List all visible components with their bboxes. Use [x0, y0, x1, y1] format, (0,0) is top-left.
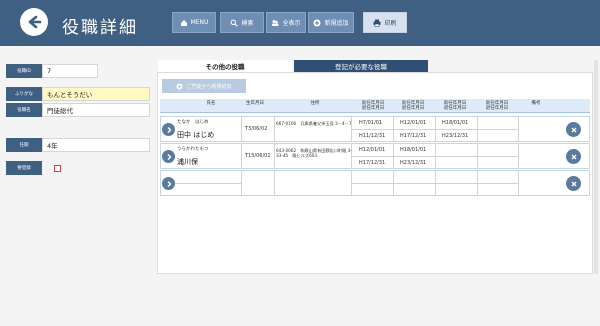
users-icon	[272, 19, 279, 26]
row-appt2-end: H17/12/31	[400, 133, 427, 139]
close-icon	[571, 154, 576, 159]
show-all-button[interactable]: 全表示	[266, 12, 306, 33]
app-header: 役職詳細 MENU 検索 全表示 新規追加 印刷	[0, 0, 600, 46]
col-appt1: 就任年月日 退任年月日	[356, 101, 390, 111]
col-appt2-end: 退任年月日	[401, 105, 425, 111]
row-appt1-end: H17/12/31	[359, 160, 386, 166]
id-row: 役職ID 7	[6, 64, 98, 78]
detail-form: 役職ID 7 ふりがな もんとそうだい 役職名 門徒総代 任期 4年 要登録	[0, 55, 150, 326]
id-field[interactable]: 7	[42, 64, 98, 78]
row-birth: T3/06/02	[245, 126, 268, 132]
add-from-members-button[interactable]: ご門徒から新規追加	[162, 79, 246, 93]
name-field[interactable]: 門徒総代	[42, 103, 150, 117]
menu-button[interactable]: MENU	[172, 12, 216, 33]
row-birth: T15/06/01	[245, 153, 271, 159]
row-appt1-end: H11/12/31	[359, 133, 386, 139]
row-address: 667-0106 兵庫県養父市玉見 3－4－7	[276, 121, 352, 126]
row-appt3-end: H23/12/31	[442, 133, 469, 139]
new-button-label: 新規追加	[324, 20, 349, 27]
search-button-label: 検索	[241, 20, 254, 27]
row-kana: うらかわたもつ	[177, 147, 209, 152]
kana-label: ふりがな	[6, 87, 42, 101]
row-open-button[interactable]	[162, 123, 175, 136]
col-appt2: 就任年月日 退任年月日	[396, 101, 430, 111]
plus-circle-icon	[313, 19, 321, 26]
scrollbar[interactable]	[594, 60, 598, 274]
chevron-right-icon	[167, 126, 171, 133]
term-row: 任期 4年	[6, 138, 150, 152]
row-kana: たなか はじめ	[177, 120, 209, 125]
kana-field[interactable]: もんとそうだい	[42, 87, 150, 101]
arrow-left-icon	[28, 15, 42, 29]
row-appt1-start: H12/01/01	[359, 147, 386, 153]
close-icon	[571, 127, 576, 132]
search-icon	[231, 19, 239, 27]
row-address: 643-0062 和歌山県有田郡広川町殿 3-33-45 殿ヒルズ603	[276, 148, 352, 158]
col-name: 氏名	[206, 101, 216, 106]
row-name: 田中 はじめ	[177, 131, 215, 139]
printer-icon	[373, 19, 381, 27]
row-name: 浦川保	[177, 158, 198, 166]
search-button[interactable]: 検索	[220, 12, 264, 33]
print-button-label: 印刷	[384, 20, 397, 27]
col-note: 備考	[531, 101, 541, 106]
menu-button-label: MENU	[190, 19, 209, 26]
back-button[interactable]	[20, 8, 48, 36]
plus-circle-icon	[176, 82, 184, 90]
tab-other-positions[interactable]: その他の役職	[158, 60, 292, 72]
tab-required-positions[interactable]: 登記が必要な役職	[294, 60, 428, 72]
add-from-members-label: ご門徒から新規追加	[186, 83, 232, 90]
table-row: たなか はじめ 田中 はじめ T3/06/02 667-0106 兵庫県養父市玉…	[160, 116, 590, 142]
row-open-button[interactable]	[162, 177, 175, 190]
close-icon	[571, 181, 576, 186]
required-checkbox[interactable]	[54, 164, 61, 172]
required-row: 要登録	[6, 161, 61, 175]
table-row-empty	[160, 170, 590, 196]
row-appt2-end: H23/12/31	[400, 160, 427, 166]
page-title: 役職詳細	[62, 18, 138, 38]
chevron-right-icon	[167, 180, 171, 187]
home-icon	[180, 19, 187, 26]
table-header: 氏名 生年月日 住所 就任年月日 退任年月日 就任年月日 退任年月日 就任年月日 退任…	[160, 99, 590, 113]
row-appt2-start: H18/01/01	[400, 147, 427, 153]
row-delete-button[interactable]	[566, 149, 581, 164]
row-delete-button[interactable]	[566, 122, 581, 137]
col-birth: 生年月日	[246, 101, 264, 106]
chevron-right-icon	[167, 153, 171, 160]
row-appt2-start: H12/01/01	[400, 120, 427, 126]
row-appt1-start: H7/01/01	[359, 120, 383, 126]
name-row: 役職名 門徒総代	[6, 103, 150, 117]
id-label: 役職ID	[6, 64, 42, 78]
col-appt1-end: 退任年月日	[361, 105, 385, 111]
row-delete-button[interactable]	[566, 176, 581, 191]
new-button[interactable]: 新規追加	[308, 12, 354, 33]
term-field[interactable]: 4年	[42, 138, 150, 152]
kana-row: ふりがな もんとそうだい	[6, 87, 150, 101]
row-appt3-start: H18/01/01	[442, 120, 469, 126]
col-appt4-end: 退任年月日	[485, 105, 509, 111]
show-all-button-label: 全表示	[282, 20, 301, 27]
col-appt3: 就任年月日 退任年月日	[438, 101, 472, 111]
term-label: 任期	[6, 138, 42, 152]
members-panel: ご門徒から新規追加 氏名 生年月日 住所 就任年月日 退任年月日 就任年月日 退任年…	[157, 72, 593, 274]
required-label: 要登録	[6, 161, 42, 175]
col-appt4: 就任年月日 退任年月日	[480, 101, 514, 111]
print-button[interactable]: 印刷	[363, 12, 407, 33]
row-open-button[interactable]	[162, 150, 175, 163]
col-address: 住所	[310, 101, 320, 106]
table-row: うらかわたもつ 浦川保 T15/06/01 643-0062 和歌山県有田郡広川…	[160, 143, 590, 169]
col-appt3-end: 退任年月日	[443, 105, 467, 111]
name-label: 役職名	[6, 103, 42, 117]
